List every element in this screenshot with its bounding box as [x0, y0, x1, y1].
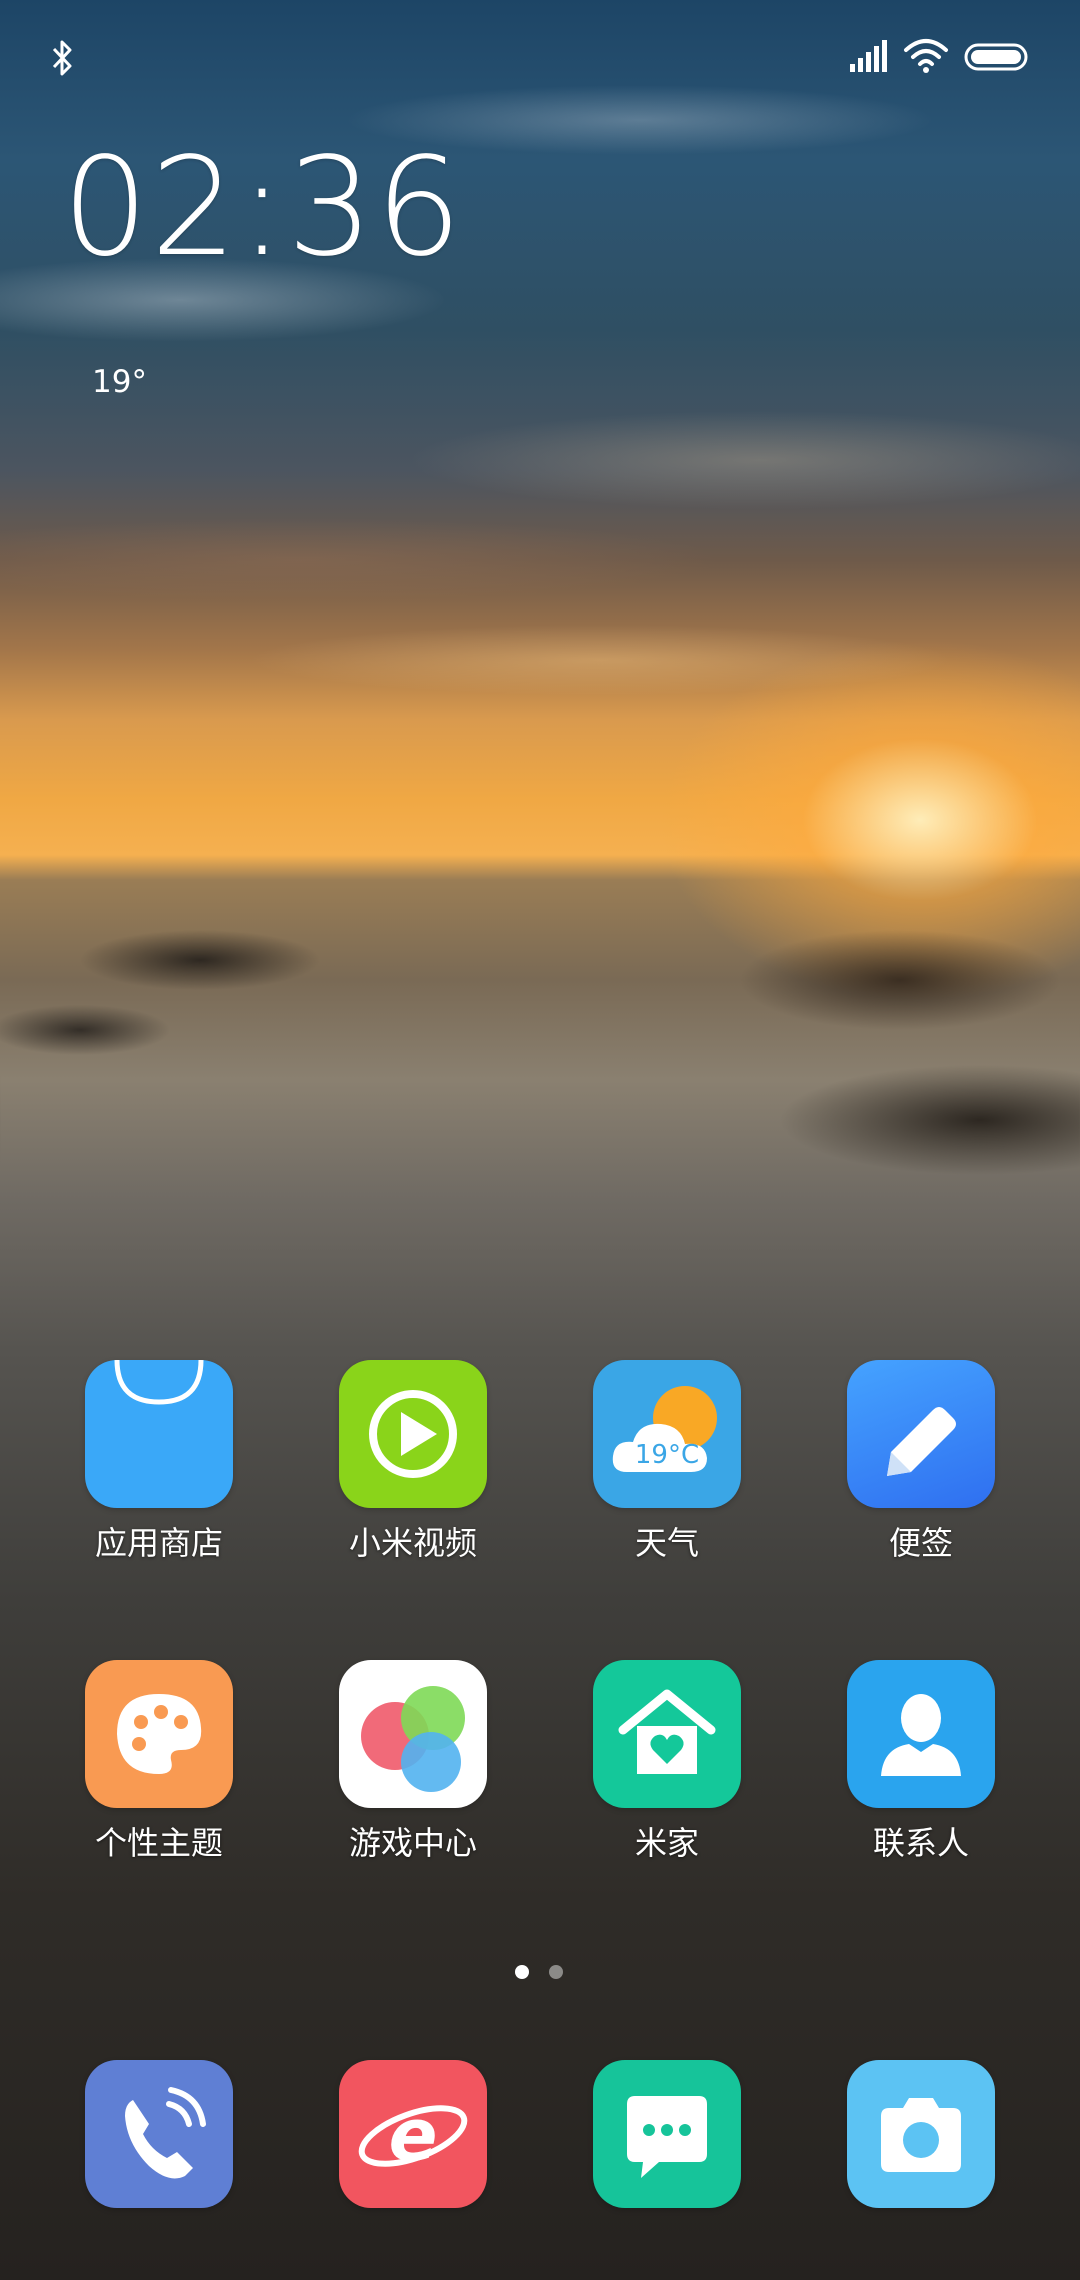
messages-icon	[593, 2060, 741, 2208]
app-label: 米家	[634, 1824, 699, 1862]
app-mi-home[interactable]: 米家	[567, 1660, 767, 1864]
contacts-icon	[847, 1660, 995, 1808]
browser-icon: e	[339, 2060, 487, 2208]
page-indicator	[512, 1965, 572, 1981]
video-play-icon	[339, 1360, 487, 1508]
status-bar	[0, 0, 1080, 110]
palette-icon	[85, 1660, 233, 1808]
dock-browser[interactable]: e	[313, 2060, 513, 2208]
weather-temperature[interactable]: 19°	[92, 364, 147, 400]
app-store-icon	[85, 1360, 233, 1508]
app-game-center[interactable]: 游戏中心	[313, 1660, 513, 1864]
clock-time[interactable]: 02:36	[62, 140, 464, 276]
weather-icon: 19°C	[593, 1360, 741, 1508]
phone-icon	[85, 2060, 233, 2208]
page-dot[interactable]	[549, 1965, 563, 1979]
app-mi-video[interactable]: 小米视频	[313, 1360, 513, 1564]
app-label: 联系人	[872, 1824, 969, 1862]
dock-camera[interactable]	[821, 2060, 1021, 2208]
app-label: 便签	[888, 1524, 953, 1562]
app-notes[interactable]: 便签	[821, 1360, 1021, 1564]
app-label: 游戏中心	[348, 1824, 477, 1862]
app-app-store[interactable]: 应用商店	[59, 1360, 259, 1564]
app-label: 小米视频	[348, 1524, 477, 1562]
bluetooth-icon	[52, 40, 72, 76]
app-contacts[interactable]: 联系人	[821, 1660, 1021, 1864]
battery-icon	[964, 43, 1028, 71]
game-center-icon	[339, 1660, 487, 1808]
home-heart-icon	[593, 1660, 741, 1808]
camera-icon	[847, 2060, 995, 2208]
notes-icon	[847, 1360, 995, 1508]
wifi-icon	[904, 39, 948, 73]
weather-icon-temp: 19°C	[634, 1440, 700, 1470]
app-label: 应用商店	[94, 1524, 223, 1562]
page-dot-active[interactable]	[515, 1965, 529, 1979]
svg-text:e: e	[389, 2093, 438, 2177]
dock-phone[interactable]	[59, 2060, 259, 2208]
app-label: 个性主题	[94, 1824, 223, 1862]
dock-messages[interactable]	[567, 2060, 767, 2208]
app-weather[interactable]: 19°C 天气	[567, 1360, 767, 1564]
app-themes[interactable]: 个性主题	[59, 1660, 259, 1864]
app-label: 天气	[634, 1524, 699, 1562]
signal-icon	[850, 40, 887, 72]
